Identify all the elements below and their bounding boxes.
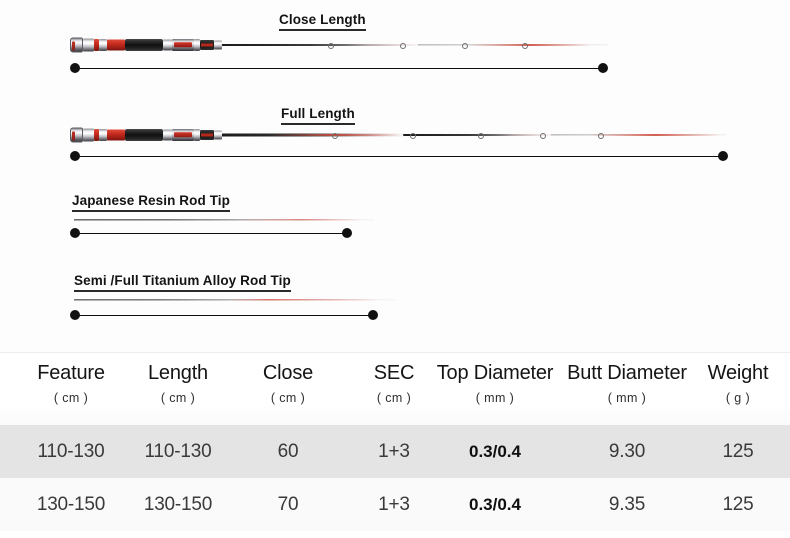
column-header-feature: Feature ( cm ) [5,353,137,425]
measure-japanese-resin-rod-tip [70,228,352,238]
column-unit: ( cm ) [53,391,89,405]
column-unit: ( cm ) [376,391,412,405]
measure-cap-left [70,151,80,161]
rod-tip-japanese-resin [70,213,376,227]
measure-cap-right [368,310,378,320]
cell-weight: 125 [722,440,754,462]
cell-close: 70 [277,493,299,515]
column-title: Butt Diameter [567,362,687,384]
column-title: Feature [37,362,105,384]
cell-close: 60 [277,440,299,462]
column-unit: ( mm ) [607,391,647,405]
column-header-top-diameter: Top Diameter ( mm ) [428,353,562,425]
cell-length: 130-150 [143,493,213,515]
rod-close-length [70,32,608,58]
foam-grip [125,129,163,141]
column-header-close: Close ( cm ) [232,353,344,425]
label-semi-full-titanium-alloy-rod-tip: Semi /Full Titanium Alloy Rod Tip [74,273,291,292]
table-row[interactable]: 110-130 110-130 60 1+3 0.3/0.4 9.30 125 [0,425,790,478]
column-unit: ( cm ) [270,391,306,405]
rod-full-length [70,122,726,148]
column-unit: ( mm ) [475,391,515,405]
column-unit: ( g ) [725,391,751,405]
rod-illustration-panel: Close Length Full Length Japanese Resin … [0,0,790,352]
column-header-butt-diameter: Butt Diameter ( mm ) [560,353,694,425]
measure-cap-right [718,151,728,161]
measure-cap-left [70,310,80,320]
column-header-length: Length ( cm ) [122,353,234,425]
measure-close-length [70,63,608,73]
cell-top-diameter: 0.3/0.4 [469,441,521,461]
product-spec-sheet: Close Length Full Length Japanese Resin … [0,0,790,538]
cell-feature: 130-150 [36,493,106,515]
measure-cap-right [598,63,608,73]
measure-cap-right [342,228,352,238]
column-title: Top Diameter [436,362,554,384]
reel-seat [172,39,194,51]
column-unit: ( cm ) [160,391,196,405]
measure-full-length [70,151,728,161]
column-title: Length [148,362,208,384]
label-japanese-resin-rod-tip: Japanese Resin Rod Tip [72,193,230,212]
measure-cap-left [70,63,80,73]
reel-seat [172,129,194,141]
cell-length: 110-130 [144,440,212,462]
cell-feature: 110-130 [37,440,105,462]
column-title: Close [262,362,314,384]
butt-cap [70,127,83,143]
cell-top-diameter: 0.3/0.4 [469,494,521,514]
measure-semi-full-titanium-alloy-rod-tip [70,310,378,320]
cell-weight: 125 [722,493,754,515]
rod-handle [70,36,222,54]
table-row[interactable]: 130-150 130-150 70 1+3 0.3/0.4 9.35 125 [0,478,790,531]
measure-cap-left [70,228,80,238]
column-title: Weight [707,362,769,384]
label-close-length: Close Length [279,12,366,31]
column-header-weight: Weight ( g ) [692,353,784,425]
cell-butt-diameter: 9.35 [608,493,646,515]
butt-cap [70,37,83,53]
column-title: SEC [373,362,415,384]
rod-tip-titanium-alloy [70,293,400,307]
spec-table: Feature ( cm ) Length ( cm ) Close ( cm … [0,352,790,538]
spec-table-header-row: Feature ( cm ) Length ( cm ) Close ( cm … [0,353,790,425]
cell-butt-diameter: 9.30 [608,440,646,462]
foam-grip [125,39,163,51]
